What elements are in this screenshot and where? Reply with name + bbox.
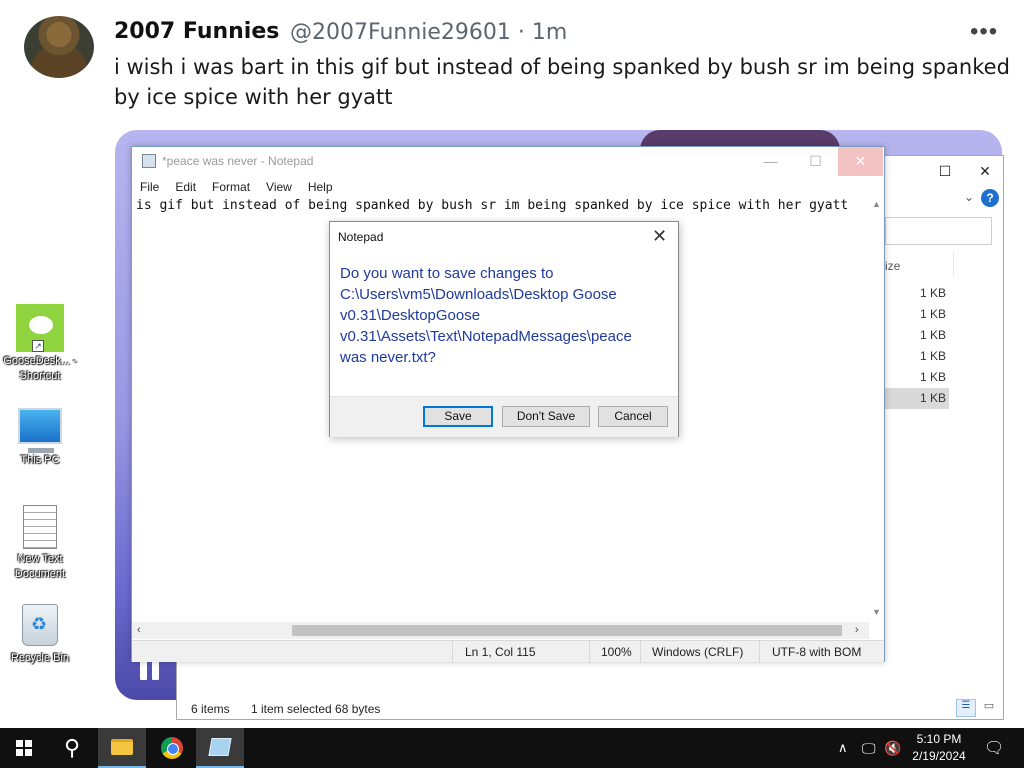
menu-file[interactable]: File — [132, 178, 167, 198]
profile-avatar[interactable] — [24, 16, 94, 78]
desktop-icon-goose-shortcut[interactable]: ↗ GooseDesk... - Shortcut — [0, 304, 80, 384]
status-zoom: 100% — [601, 645, 632, 659]
dialog-message: Do you want to save changes to C:\Users\… — [340, 265, 632, 366]
vertical-scrollbar[interactable]: ▲ ▼ — [869, 197, 884, 622]
text-editor-area[interactable]: is gif but instead of being spanked by b… — [136, 197, 870, 215]
details-view-icon[interactable]: ☰ — [956, 699, 976, 717]
shortcut-arrow-icon: ↗ — [32, 340, 44, 352]
menu-bar: File Edit Format View Help — [132, 178, 341, 198]
system-clock[interactable]: 5:10 PM 2/19/2024 — [904, 731, 974, 765]
status-selection: 1 item selected 68 bytes — [251, 702, 381, 716]
clock-time: 5:10 PM — [916, 732, 962, 746]
status-divider — [759, 641, 760, 663]
cancel-button[interactable]: Cancel — [598, 406, 668, 427]
text-document-icon — [23, 505, 57, 549]
more-options-icon[interactable]: ••• — [970, 18, 998, 46]
network-icon[interactable]: 🖵 — [862, 728, 876, 768]
maximize-icon[interactable]: ☐ — [793, 147, 838, 176]
tweet-author-handle[interactable]: @2007Funnie29601 · 1m — [290, 20, 567, 45]
status-bar: Ln 1, Col 115 100% Windows (CRLF) UTF-8 … — [132, 640, 884, 663]
notepad-titlebar[interactable]: *peace was never - Notepad — ☐ ✕ — [132, 147, 884, 176]
scroll-up-icon[interactable]: ▲ — [872, 199, 881, 209]
notepad-title: *peace was never - Notepad — [162, 154, 314, 168]
dialog-title: Notepad — [338, 230, 384, 244]
search-input[interactable] — [885, 217, 992, 245]
notepad-icon[interactable] — [196, 728, 244, 768]
horizontal-scrollbar[interactable]: ‹ › — [132, 622, 869, 639]
scroll-right-icon[interactable]: › — [855, 622, 859, 639]
file-explorer-icon[interactable] — [98, 728, 146, 768]
file-size[interactable]: 1 KB — [885, 325, 949, 346]
desktop-icon-label: GooseDesk... - Shortcut — [3, 355, 77, 382]
menu-view[interactable]: View — [258, 178, 300, 198]
desktop-icon-new-text-document[interactable]: New Text Document — [0, 505, 80, 582]
desktop-icon-label: New Text Document — [14, 553, 66, 580]
status-item-count: 6 items — [191, 702, 230, 716]
notepad-app-icon — [142, 154, 156, 168]
explorer-window-controls: ☐ ✕ — [885, 156, 1005, 186]
clock-date: 2/19/2024 — [912, 749, 966, 763]
column-divider[interactable] — [953, 252, 954, 276]
windows-start-icon[interactable] — [0, 728, 48, 768]
minimize-icon[interactable]: — — [748, 147, 793, 176]
large-icons-view-icon[interactable]: ▭ — [980, 699, 998, 717]
menu-help[interactable]: Help — [300, 178, 341, 198]
menu-format[interactable]: Format — [204, 178, 258, 198]
status-divider — [589, 641, 590, 663]
close-icon[interactable]: ✕ — [965, 156, 1005, 186]
save-button[interactable]: Save — [423, 406, 493, 427]
goose-icon: ↗ — [16, 304, 64, 352]
scrollbar-thumb[interactable] — [292, 625, 842, 636]
close-icon[interactable]: ✕ — [652, 226, 667, 247]
status-cursor-position: Ln 1, Col 115 — [465, 645, 536, 659]
dont-save-button[interactable]: Don't Save — [502, 406, 590, 427]
menu-edit[interactable]: Edit — [167, 178, 204, 198]
desktop-icon-label: This PC — [20, 454, 60, 466]
minimize-icon[interactable] — [885, 156, 925, 186]
chevron-down-icon[interactable]: ⌄ — [964, 190, 974, 204]
computer-icon — [18, 408, 62, 453]
save-changes-dialog[interactable]: Notepad ✕ Do you want to save changes to… — [329, 221, 679, 437]
recycle-bin-icon — [22, 604, 58, 646]
tweet-author-name[interactable]: 2007 Funnies — [114, 19, 279, 44]
close-icon[interactable]: ✕ — [838, 147, 883, 176]
desktop-icon-label: Recycle Bin — [10, 652, 70, 664]
chevron-up-icon[interactable]: ∧ — [838, 728, 848, 768]
status-divider — [452, 641, 453, 663]
scroll-down-icon[interactable]: ▼ — [872, 607, 881, 617]
file-size[interactable]: 1 KB — [885, 346, 949, 367]
chrome-icon[interactable] — [148, 728, 196, 768]
notification-icon[interactable]: 🗨 — [984, 728, 1004, 768]
file-size[interactable]: 1 KB — [885, 283, 949, 304]
file-size-selected[interactable]: 1 KB — [885, 388, 949, 409]
maximize-icon[interactable]: ☐ — [925, 156, 965, 186]
desktop-icon-this-pc[interactable]: This PC — [0, 408, 80, 468]
search-icon[interactable]: ⚲ — [48, 728, 96, 768]
desktop-icon-recycle-bin[interactable]: Recycle Bin — [0, 604, 80, 666]
tweet-text: i wish i was bart in this gif but instea… — [114, 55, 1010, 109]
volume-muted-icon[interactable]: 🔇 — [884, 728, 901, 768]
file-size[interactable]: 1 KB — [885, 304, 949, 325]
taskbar: ⚲ ∧ 🖵 🔇 5:10 PM 2/19/2024 🗨 — [0, 728, 1024, 768]
status-divider — [640, 641, 641, 663]
status-line-ending: Windows (CRLF) — [652, 645, 744, 659]
help-icon[interactable]: ? — [981, 189, 999, 207]
scroll-left-icon[interactable]: ‹ — [137, 622, 141, 639]
status-encoding: UTF-8 with BOM — [772, 645, 862, 659]
file-size[interactable]: 1 KB — [885, 367, 949, 388]
column-header-size[interactable]: ize — [885, 259, 900, 273]
